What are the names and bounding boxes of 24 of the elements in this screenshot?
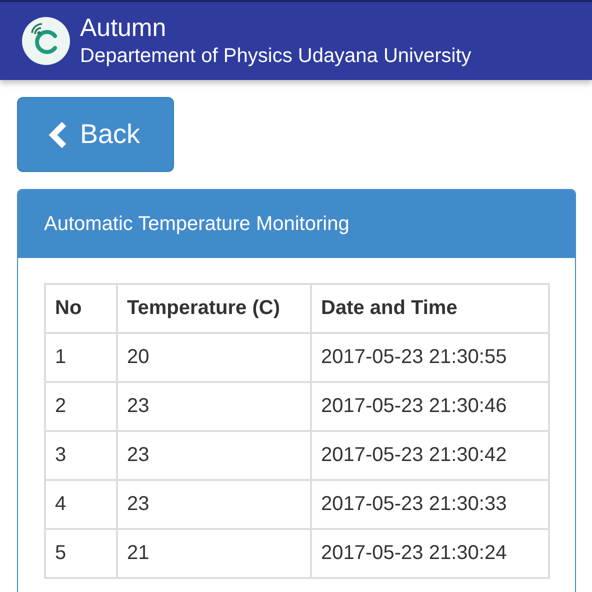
chevron-left-icon xyxy=(48,122,68,148)
logo-icon xyxy=(22,17,70,65)
column-header: No xyxy=(45,284,117,333)
column-header: Date and Time xyxy=(311,284,549,333)
table-cell: 2017-05-23 21:30:55 xyxy=(311,333,549,382)
table-cell: 1 xyxy=(45,333,117,382)
table-cell: 4 xyxy=(45,480,117,529)
back-button[interactable]: Back xyxy=(17,97,174,172)
table-cell: 2017-05-23 21:30:46 xyxy=(311,382,549,431)
table-cell: 21 xyxy=(117,529,311,578)
table-cell: 20 xyxy=(117,333,311,382)
column-header: Temperature (C) xyxy=(117,284,311,333)
app-subtitle: Departement of Physics Udayana University xyxy=(80,44,472,69)
table-cell: 23 xyxy=(117,431,311,480)
table-cell: 23 xyxy=(117,480,311,529)
panel-header: Automatic Temperature Monitoring xyxy=(18,190,575,258)
table-cell: 2017-05-23 21:30:33 xyxy=(311,480,549,529)
app-title: Autumn xyxy=(80,13,168,43)
table-cell: 2017-05-23 21:30:42 xyxy=(311,431,549,480)
table-cell: 2017-05-23 21:30:24 xyxy=(311,529,549,578)
table-cell: 2 xyxy=(45,382,117,431)
table-cell: 3 xyxy=(45,431,117,480)
table-cell: 5 xyxy=(45,529,117,578)
table-cell: 23 xyxy=(117,382,311,431)
